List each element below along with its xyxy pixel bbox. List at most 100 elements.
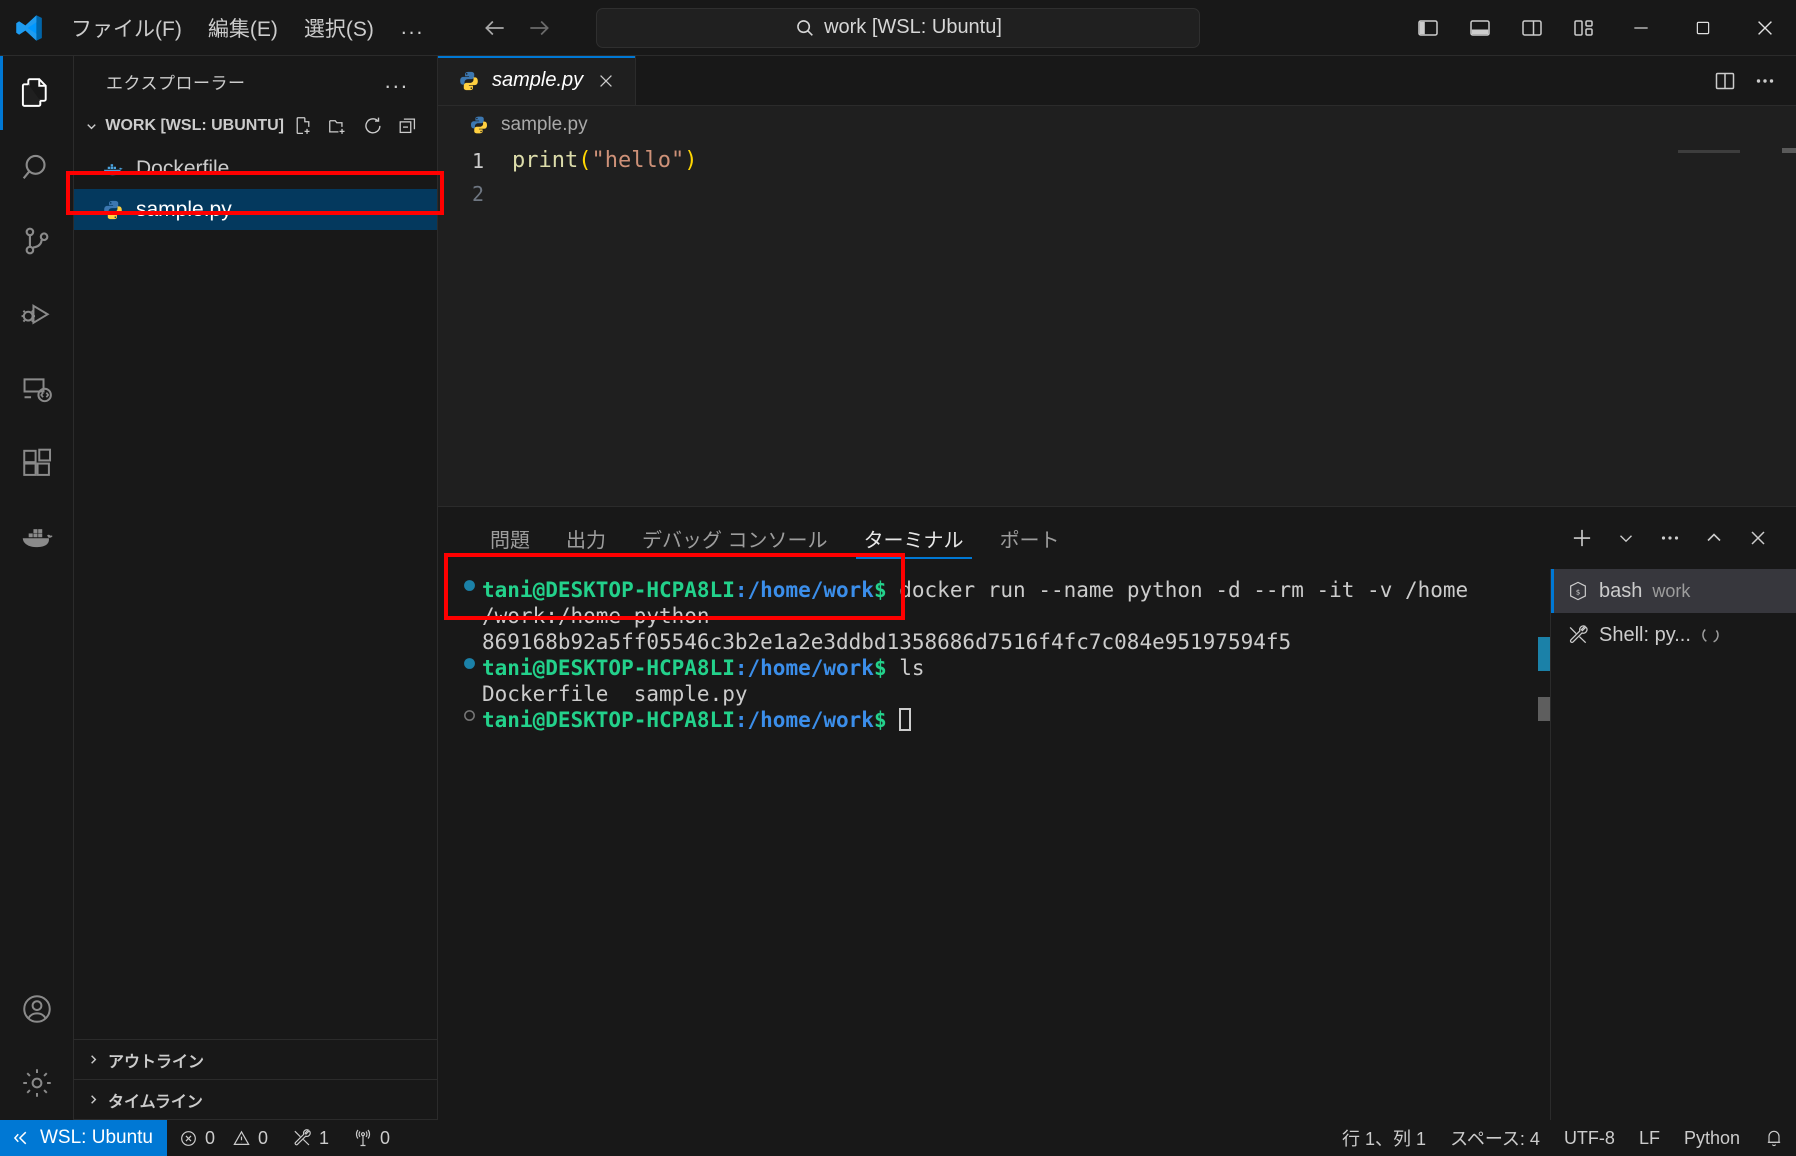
minimap[interactable] <box>1678 150 1778 220</box>
breadcrumb-label: sample.py <box>501 114 588 136</box>
breadcrumb[interactable]: sample.py <box>438 106 1796 144</box>
terminal-text: tani@DESKTOP-HCPA8LI:/home/work$ docker … <box>482 577 1468 603</box>
panel-tab-ports[interactable]: ポート <box>982 507 1078 569</box>
command-center[interactable]: work [WSL: Ubuntu] <box>596 8 1200 48</box>
new-folder-icon[interactable] <box>325 113 351 139</box>
status-problems[interactable]: 0 0 <box>167 1120 280 1156</box>
chevron-down-icon <box>84 119 99 134</box>
title-bar: ファイル(F) 編集(E) 選択(S) ... work [WSL: Ubunt… <box>0 0 1796 56</box>
status-ports[interactable]: 0 <box>341 1120 402 1156</box>
close-icon[interactable] <box>593 68 619 94</box>
terminal-command: ls <box>887 656 925 680</box>
back-arrow-icon[interactable] <box>478 11 512 45</box>
explorer-folder-header[interactable]: WORK [WSL: UBUNTU] <box>74 106 437 146</box>
workbench: エクスプローラー ... WORK [WSL: UBUNTU] <box>0 56 1796 1120</box>
file-tree-item-dockerfile[interactable]: Dockerfile <box>74 148 437 189</box>
terminal-tabs-list: $ bash work Shell: py... <box>1550 569 1796 1120</box>
chevron-down-icon[interactable] <box>1606 518 1646 558</box>
new-file-icon[interactable] <box>290 113 316 139</box>
terminal-output[interactable]: tani@DESKTOP-HCPA8LI:/home/work$ docker … <box>438 569 1550 1120</box>
loading-spinner-icon <box>1701 625 1721 645</box>
customize-layout-icon[interactable] <box>1564 8 1604 48</box>
command-decoration-pending-icon <box>456 707 482 722</box>
editor-tab-sample-py[interactable]: sample.py <box>438 56 636 105</box>
status-notifications[interactable] <box>1752 1120 1796 1156</box>
sidebar-section-outline[interactable]: アウトライン <box>74 1040 437 1080</box>
tools-icon <box>1567 624 1589 646</box>
side-bar: エクスプローラー ... WORK [WSL: UBUNTU] <box>74 56 438 1120</box>
window-close-button[interactable] <box>1734 0 1796 56</box>
activity-bar <box>0 56 74 1120</box>
status-encoding[interactable]: UTF-8 <box>1552 1120 1627 1156</box>
status-indentation[interactable]: スペース: 4 <box>1438 1120 1552 1156</box>
menu-file[interactable]: ファイル(F) <box>58 8 195 48</box>
terminal-line: 869168b92a5ff05546c3b2e1a2e3ddbd1358686d… <box>456 629 1550 655</box>
code-editor[interactable]: 1 print("hello") 2 <box>438 144 1796 506</box>
new-terminal-icon[interactable] <box>1562 518 1602 558</box>
terminal-scrollbar-thumb[interactable] <box>1538 697 1550 721</box>
maximize-panel-icon[interactable] <box>1694 518 1734 558</box>
editor-group: sample.py <box>438 56 1796 1120</box>
command-decoration-success-icon <box>456 655 482 670</box>
terminal-list-item-shell-py[interactable]: Shell: py... <box>1551 613 1796 657</box>
terminal-line: tani@DESKTOP-HCPA8LI:/home/work$ docker … <box>456 577 1550 603</box>
toggle-secondary-sidebar-icon[interactable] <box>1512 8 1552 48</box>
activitybar-item-explorer[interactable] <box>0 56 74 130</box>
status-warning-count: 0 <box>258 1128 268 1149</box>
toggle-panel-icon[interactable] <box>1460 8 1500 48</box>
panel-tab-terminal[interactable]: ターミナル <box>846 507 982 569</box>
terminal-line-gutter <box>456 681 482 683</box>
panel-tab-output[interactable]: 出力 <box>548 507 624 569</box>
status-error-count: 0 <box>205 1128 215 1149</box>
activitybar-item-accounts[interactable] <box>0 972 74 1046</box>
activitybar-item-run-and-debug[interactable] <box>0 278 74 352</box>
activitybar-item-search[interactable] <box>0 130 74 204</box>
sidebar-title-label: エクスプローラー <box>106 69 246 94</box>
terminal-prompt-sign: $ <box>874 708 887 732</box>
activitybar-item-settings[interactable] <box>0 1046 74 1120</box>
python-file-icon <box>100 197 126 223</box>
terminal-line: Dockerfile sample.py <box>456 681 1550 707</box>
status-bar: WSL: Ubuntu 0 0 1 <box>0 1120 1796 1156</box>
status-cursor-position[interactable]: 行 1、列 1 <box>1330 1120 1438 1156</box>
window-maximize-button[interactable] <box>1672 0 1734 56</box>
activitybar-item-extensions[interactable] <box>0 426 74 500</box>
sidebar-more-actions-button[interactable]: ... <box>385 68 423 94</box>
terminal-list-item-bash[interactable]: $ bash work <box>1551 569 1796 613</box>
file-tree-item-sample-py[interactable]: sample.py <box>74 189 437 230</box>
activitybar-item-docker[interactable] <box>0 500 74 574</box>
status-remote-indicator[interactable]: WSL: Ubuntu <box>0 1120 167 1156</box>
menu-selection[interactable]: 選択(S) <box>291 8 387 48</box>
collapse-all-icon[interactable] <box>395 113 421 139</box>
remote-icon <box>12 1128 32 1148</box>
terminal-bash-icon: $ <box>1567 580 1589 602</box>
menu-more-button[interactable]: ... <box>387 11 439 45</box>
status-tools[interactable]: 1 <box>280 1120 341 1156</box>
refresh-icon[interactable] <box>360 113 386 139</box>
sidebar-section-timeline[interactable]: タイムライン <box>74 1080 437 1120</box>
close-panel-icon[interactable] <box>1738 518 1778 558</box>
activitybar-item-source-control[interactable] <box>0 204 74 278</box>
status-eol[interactable]: LF <box>1627 1120 1672 1156</box>
menu-edit[interactable]: 編集(E) <box>195 8 291 48</box>
code-line-1: 1 print("hello") <box>438 144 1796 177</box>
activitybar-item-remote-explorer[interactable] <box>0 352 74 426</box>
more-actions-icon[interactable] <box>1650 518 1690 558</box>
status-ports-count: 0 <box>380 1128 390 1149</box>
error-icon <box>179 1129 198 1148</box>
editor-scrollbar-thumb[interactable] <box>1782 148 1796 153</box>
split-editor-icon[interactable] <box>1708 64 1742 98</box>
toggle-primary-sidebar-icon[interactable] <box>1408 8 1448 48</box>
panel-tab-problems[interactable]: 問題 <box>472 507 548 569</box>
panel-tab-debug-console[interactable]: デバッグ コンソール <box>624 507 846 569</box>
forward-arrow-icon[interactable] <box>522 11 556 45</box>
status-bar-right: 行 1、列 1 スペース: 4 UTF-8 LF Python <box>1330 1120 1796 1156</box>
token-paren-open: ( <box>578 148 591 173</box>
more-actions-icon[interactable] <box>1748 64 1782 98</box>
vscode-logo-icon <box>0 12 58 44</box>
status-language-mode[interactable]: Python <box>1672 1120 1752 1156</box>
window-minimize-button[interactable] <box>1610 0 1672 56</box>
terminal-scrollbar[interactable] <box>1538 569 1550 1120</box>
search-icon <box>794 17 816 39</box>
editor-scrollbar[interactable] <box>1782 144 1796 506</box>
